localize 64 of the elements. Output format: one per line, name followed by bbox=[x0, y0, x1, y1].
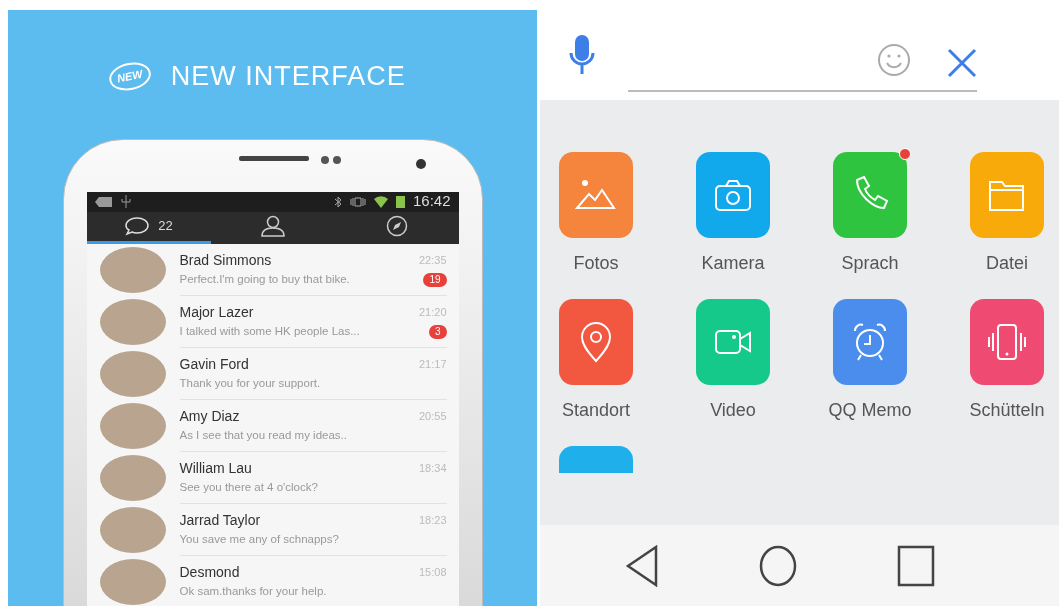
chat-bubble-icon bbox=[124, 216, 151, 236]
message-preview: See you there at 4 o'clock? bbox=[179, 479, 319, 495]
app-label: Standort bbox=[561, 399, 630, 422]
unread-count: 19 bbox=[423, 272, 447, 287]
message-time: 21:20 bbox=[418, 305, 447, 321]
person-icon bbox=[259, 215, 286, 237]
conversation-item[interactable]: Gavin Ford 21:17 Thank you for your support. bbox=[86, 347, 459, 400]
recent-apps-icon[interactable] bbox=[896, 544, 935, 587]
contact-name: Brad Simmons bbox=[179, 250, 273, 270]
conversation-item[interactable]: Major Lazer 21:20 I talked with some HK people Las... 3 bbox=[86, 295, 459, 348]
message-time: 22:35 bbox=[418, 253, 447, 269]
close-icon[interactable] bbox=[947, 48, 977, 78]
app-label: Datei bbox=[986, 252, 1028, 275]
app-tile[interactable] bbox=[559, 446, 633, 473]
back-icon[interactable] bbox=[624, 544, 659, 587]
contact-name: William Lau bbox=[179, 458, 253, 478]
app-tile[interactable] bbox=[970, 152, 1044, 238]
wifi-icon bbox=[373, 195, 388, 208]
app-tile[interactable] bbox=[559, 152, 633, 238]
contact-name: Amy Diaz bbox=[179, 406, 241, 426]
message-preview: Perfect.I'm going to buy that bike. bbox=[179, 271, 351, 287]
contact-name: Desmond bbox=[179, 562, 241, 582]
home-icon[interactable] bbox=[758, 544, 797, 587]
contact-name: Gavin Ford bbox=[179, 354, 250, 374]
app-label: Schütteln bbox=[969, 399, 1045, 422]
app-label: Kamera bbox=[701, 252, 765, 275]
message-time: 18:23 bbox=[418, 513, 447, 529]
conversation-item[interactable]: Brad Simmons 22:35 Perfect.I'm going to buy that bike. 19 bbox=[86, 243, 459, 296]
message-preview: You save me any of schnapps? bbox=[179, 531, 340, 547]
message-time: 18:34 bbox=[418, 461, 447, 477]
compass-icon bbox=[385, 215, 408, 237]
contact-name: Jarrad Taylor bbox=[179, 510, 262, 530]
message-preview: As I see that you read my ideas.. bbox=[179, 427, 348, 443]
message-time: 15:08 bbox=[418, 565, 447, 581]
bluetooth-icon bbox=[333, 195, 342, 208]
status-time: 16:42 bbox=[412, 191, 451, 212]
notification-icon bbox=[94, 195, 113, 208]
message-time: 21:17 bbox=[418, 357, 447, 373]
conversation-item[interactable]: Amy Diaz 20:55 As I see that you read my ideas.. bbox=[86, 399, 459, 452]
message-time: 20:55 bbox=[418, 409, 447, 425]
conversation-item[interactable]: William Lau 18:34 See you there at 4 o'clock? bbox=[86, 451, 459, 504]
chat-count: 22 bbox=[158, 217, 173, 236]
conversation-item[interactable]: Jarrad Taylor 18:23 You save me any of schnapps? bbox=[86, 503, 459, 556]
app-tile[interactable] bbox=[696, 299, 770, 385]
app-label: Fotos bbox=[573, 252, 619, 275]
usb-icon bbox=[120, 195, 131, 208]
app-label: Video bbox=[710, 399, 756, 422]
app-tile[interactable] bbox=[559, 299, 633, 385]
unread-count: 3 bbox=[428, 324, 447, 339]
app-tile[interactable] bbox=[970, 299, 1044, 385]
message-preview: I talked with some HK people Las... bbox=[179, 323, 361, 339]
app-tile[interactable] bbox=[696, 152, 770, 238]
smiley-icon[interactable] bbox=[877, 42, 911, 78]
app-tile[interactable] bbox=[833, 299, 907, 385]
app-label: Sprach bbox=[841, 252, 899, 275]
message-preview: Thank you for your support. bbox=[179, 375, 322, 391]
vibrate-icon bbox=[349, 196, 366, 207]
promo-heading: NEW INTERFACE bbox=[170, 60, 406, 93]
battery-icon bbox=[395, 195, 405, 208]
app-label: QQ Memo bbox=[828, 399, 912, 422]
camera-icon bbox=[414, 157, 427, 170]
contact-name: Major Lazer bbox=[179, 302, 255, 322]
message-preview: Ok sam.thanks for your help. bbox=[179, 583, 328, 599]
conversation-item[interactable]: Desmond 15:08 Ok sam.thanks for your help. bbox=[86, 555, 459, 606]
